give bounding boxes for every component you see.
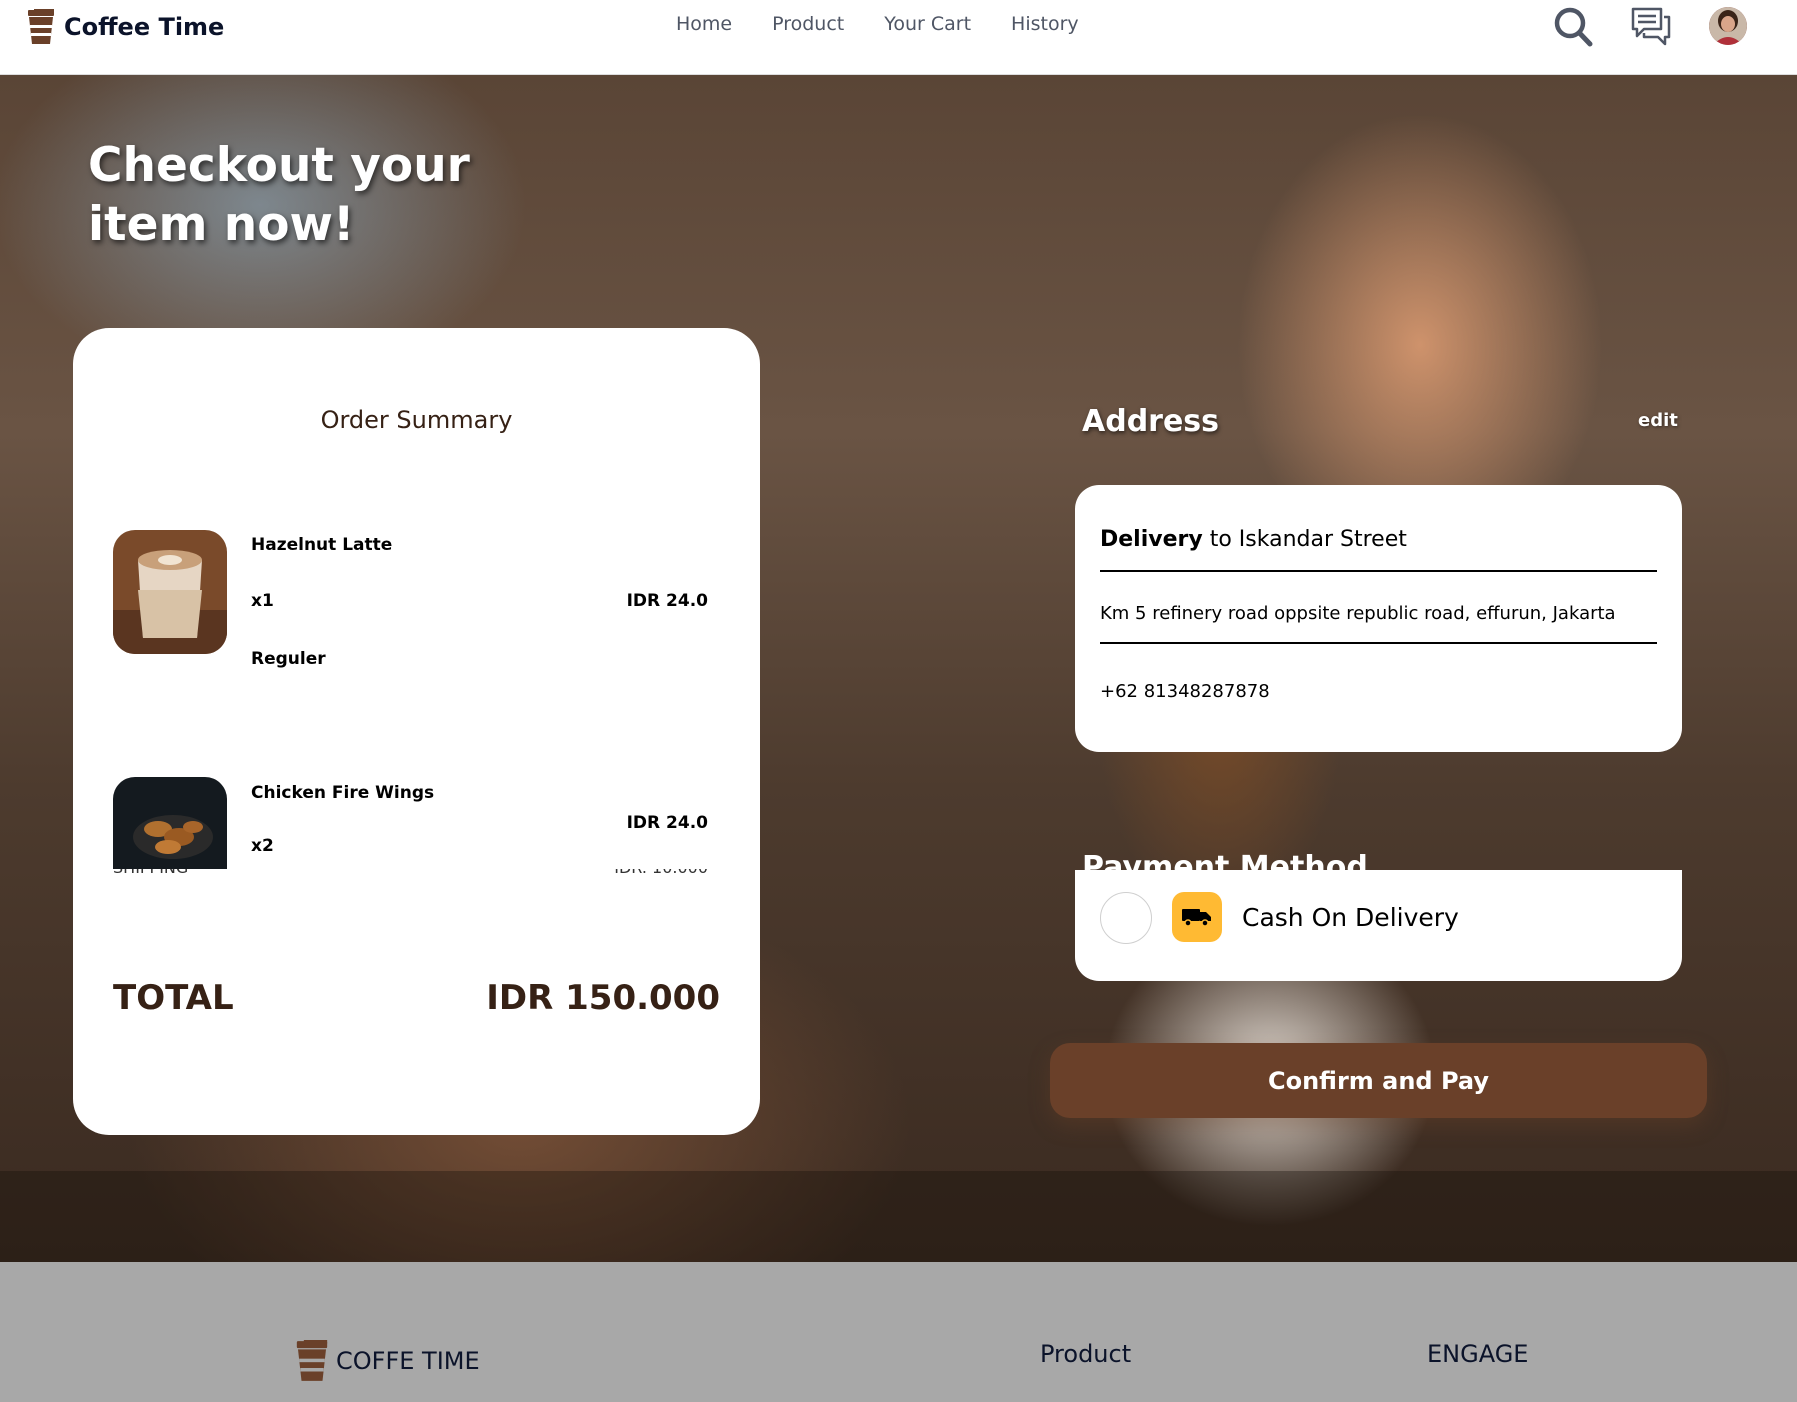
coffee-cup-icon (28, 9, 54, 44)
cod-radio[interactable] (1100, 892, 1152, 944)
shipping-label-text: SHIPPING (113, 869, 188, 877)
avatar[interactable] (1709, 7, 1747, 45)
item-qty: x1 (251, 591, 274, 611)
brand-name: Coffee Time (64, 13, 225, 41)
item-name: Hazelnut Latte (251, 535, 393, 555)
nav-home[interactable]: Home (676, 13, 732, 35)
address-heading: Address (1082, 404, 1220, 439)
address-street: Km 5 refinery road oppsite republic road… (1100, 603, 1616, 624)
shipping-value: IDR. 10.000 (614, 869, 708, 878)
cod-label[interactable]: Cash On Delivery (1242, 903, 1459, 932)
order-summary-card: Order Summary Hazelnut Latte x1 IDR 24.0… (73, 328, 760, 1135)
footer-product-heading: Product (1040, 1340, 1132, 1368)
address-divider (1100, 642, 1657, 644)
address-divider (1100, 570, 1657, 572)
payment-method-heading-text: Payment Method (1082, 850, 1368, 870)
chicken-fire-wings-image (113, 777, 227, 869)
shipping-value-text: IDR. 10.000 (614, 869, 708, 877)
hazelnut-latte-image (113, 530, 227, 654)
delivery-street: to Iskandar Street (1209, 527, 1407, 552)
address-phone: +62 81348287878 (1100, 681, 1270, 702)
main-nav: Home Product Your Cart History (676, 13, 1079, 35)
footer-brand-name: COFFE TIME (336, 1347, 480, 1375)
footer-engage-heading: ENGAGE (1427, 1340, 1529, 1368)
payment-method-heading: Payment Method (1082, 850, 1368, 870)
page-title: Checkout your item now! (88, 136, 470, 254)
footer-brand[interactable]: COFFE TIME (294, 1340, 480, 1382)
delivery-line: Delivery to Iskandar Street (1100, 527, 1407, 552)
item-size: Reguler (251, 649, 326, 669)
edit-address-link[interactable]: edit (1638, 410, 1678, 431)
payment-method-card: Cash On Delivery (1075, 870, 1682, 981)
address-card: Delivery to Iskandar Street Km 5 refiner… (1075, 485, 1682, 752)
nav-your-cart[interactable]: Your Cart (884, 13, 971, 35)
shipping-label: SHIPPING (113, 869, 188, 878)
item-price: IDR 24.0 (626, 813, 708, 833)
nav-product[interactable]: Product (772, 13, 844, 35)
delivery-prefix: Delivery (1100, 527, 1203, 552)
nav-history[interactable]: History (1011, 13, 1079, 35)
title-line-2: item now! (88, 197, 355, 252)
order-summary-title: Order Summary (320, 406, 513, 434)
item-qty: x2 (251, 836, 274, 856)
truck-icon (1182, 909, 1211, 927)
total-label: TOTAL (113, 978, 234, 1018)
avatar-image (1709, 7, 1747, 45)
chat-icon[interactable] (1630, 6, 1672, 48)
footer: COFFE TIME Product ENGAGE (0, 1262, 1797, 1402)
search-icon[interactable] (1553, 6, 1593, 48)
hero-bottom-band (0, 1171, 1797, 1262)
navbar: Coffee Time Home Product Your Cart Histo… (0, 0, 1797, 75)
truck-icon-box (1172, 892, 1222, 942)
title-line-1: Checkout your (88, 138, 470, 193)
total-value: IDR 150.000 (486, 978, 720, 1018)
brand[interactable]: Coffee Time (26, 6, 224, 48)
confirm-and-pay-button[interactable]: Confirm and Pay (1050, 1043, 1707, 1118)
item-name: Chicken Fire Wings (251, 783, 435, 803)
coffee-cup-icon (296, 1340, 328, 1381)
item-price: IDR 24.0 (626, 591, 708, 611)
